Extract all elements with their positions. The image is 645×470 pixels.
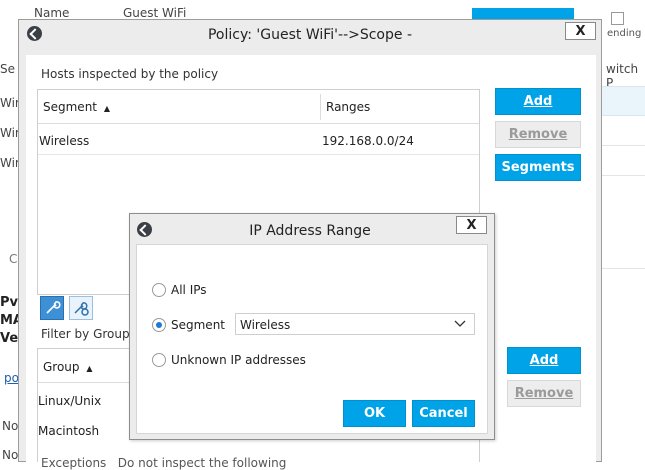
column-header-group-label: Group bbox=[43, 360, 80, 374]
segment-select-value: Wireless bbox=[240, 318, 291, 332]
column-header-group[interactable]: Group ▲ bbox=[43, 360, 93, 374]
radio-segment-label: Segment bbox=[171, 318, 225, 332]
policy-close-button[interactable]: X bbox=[565, 22, 596, 40]
remove-host-button[interactable]: Remove bbox=[495, 121, 581, 148]
add-host-label: Add bbox=[523, 94, 553, 109]
segment-select[interactable]: Wireless bbox=[235, 313, 475, 335]
add-group-label: Add bbox=[529, 353, 559, 368]
column-divider[interactable] bbox=[320, 94, 321, 120]
hosts-label: Hosts inspected by the policy bbox=[41, 67, 219, 81]
wrench-gear-icon[interactable] bbox=[69, 296, 93, 320]
remove-group-button[interactable]: Remove bbox=[507, 380, 581, 407]
policy-title: Policy: 'Guest WiFi'-->Scope - bbox=[207, 27, 413, 43]
remove-group-label: Remove bbox=[514, 386, 574, 401]
bg-row-line bbox=[600, 175, 645, 176]
row-segment-cell: Wireless bbox=[39, 134, 90, 148]
wrench-icon[interactable] bbox=[40, 296, 64, 320]
dialog-app-icon bbox=[137, 222, 152, 237]
bg-po-frag: po bbox=[4, 371, 19, 385]
sort-up-icon: ▲ bbox=[103, 104, 110, 113]
bg-c-frag: C bbox=[9, 252, 18, 266]
column-header-segment[interactable]: Segment ▲ bbox=[43, 100, 110, 114]
bg-left-frag: Se bbox=[0, 62, 15, 76]
sort-up-icon: ▲ bbox=[86, 364, 93, 373]
add-host-button[interactable]: Add bbox=[495, 88, 581, 115]
bg-no-frag: No bbox=[2, 419, 19, 433]
bg-no-frag: No bbox=[2, 448, 19, 462]
radio-all-ips-label: All IPs bbox=[171, 283, 207, 297]
bg-row-line bbox=[600, 145, 645, 146]
bg-row-highlight bbox=[600, 86, 645, 116]
radio-all-ips[interactable] bbox=[152, 283, 166, 297]
add-group-button[interactable]: Add bbox=[507, 347, 581, 374]
filter-by-group-label: Filter by Group bbox=[41, 327, 130, 341]
cancel-button[interactable]: Cancel bbox=[412, 400, 475, 427]
chevron-down-icon bbox=[454, 317, 466, 332]
bg-row-line bbox=[600, 268, 645, 269]
bg-pending-checkbox[interactable] bbox=[611, 12, 624, 25]
bg-name-value: Guest WiFi bbox=[123, 6, 187, 20]
radio-unknown-ips[interactable] bbox=[152, 353, 166, 367]
row-range-cell: 192.168.0.0/24 bbox=[322, 134, 414, 148]
bg-pv-frag: Pv bbox=[0, 295, 19, 310]
bg-pending-label: ending bbox=[607, 28, 642, 39]
dialog-close-button[interactable]: X bbox=[456, 216, 487, 234]
column-header-segment-label: Segment bbox=[43, 100, 97, 114]
list-item[interactable]: Macintosh bbox=[38, 424, 99, 438]
radio-unknown-ips-label: Unknown IP addresses bbox=[171, 353, 306, 367]
bg-name-label: Name bbox=[34, 6, 70, 20]
remove-host-label: Remove bbox=[508, 127, 568, 142]
dialog-title: IP Address Range bbox=[249, 223, 371, 239]
exceptions-label: Exceptions Do not inspect the following bbox=[41, 456, 287, 470]
ok-button[interactable]: OK bbox=[343, 400, 406, 427]
app-icon bbox=[27, 26, 42, 41]
segments-button[interactable]: Segments bbox=[495, 154, 581, 181]
list-item[interactable]: Linux/Unix bbox=[38, 394, 101, 408]
radio-segment[interactable] bbox=[152, 318, 166, 332]
column-header-ranges[interactable]: Ranges bbox=[326, 100, 370, 114]
